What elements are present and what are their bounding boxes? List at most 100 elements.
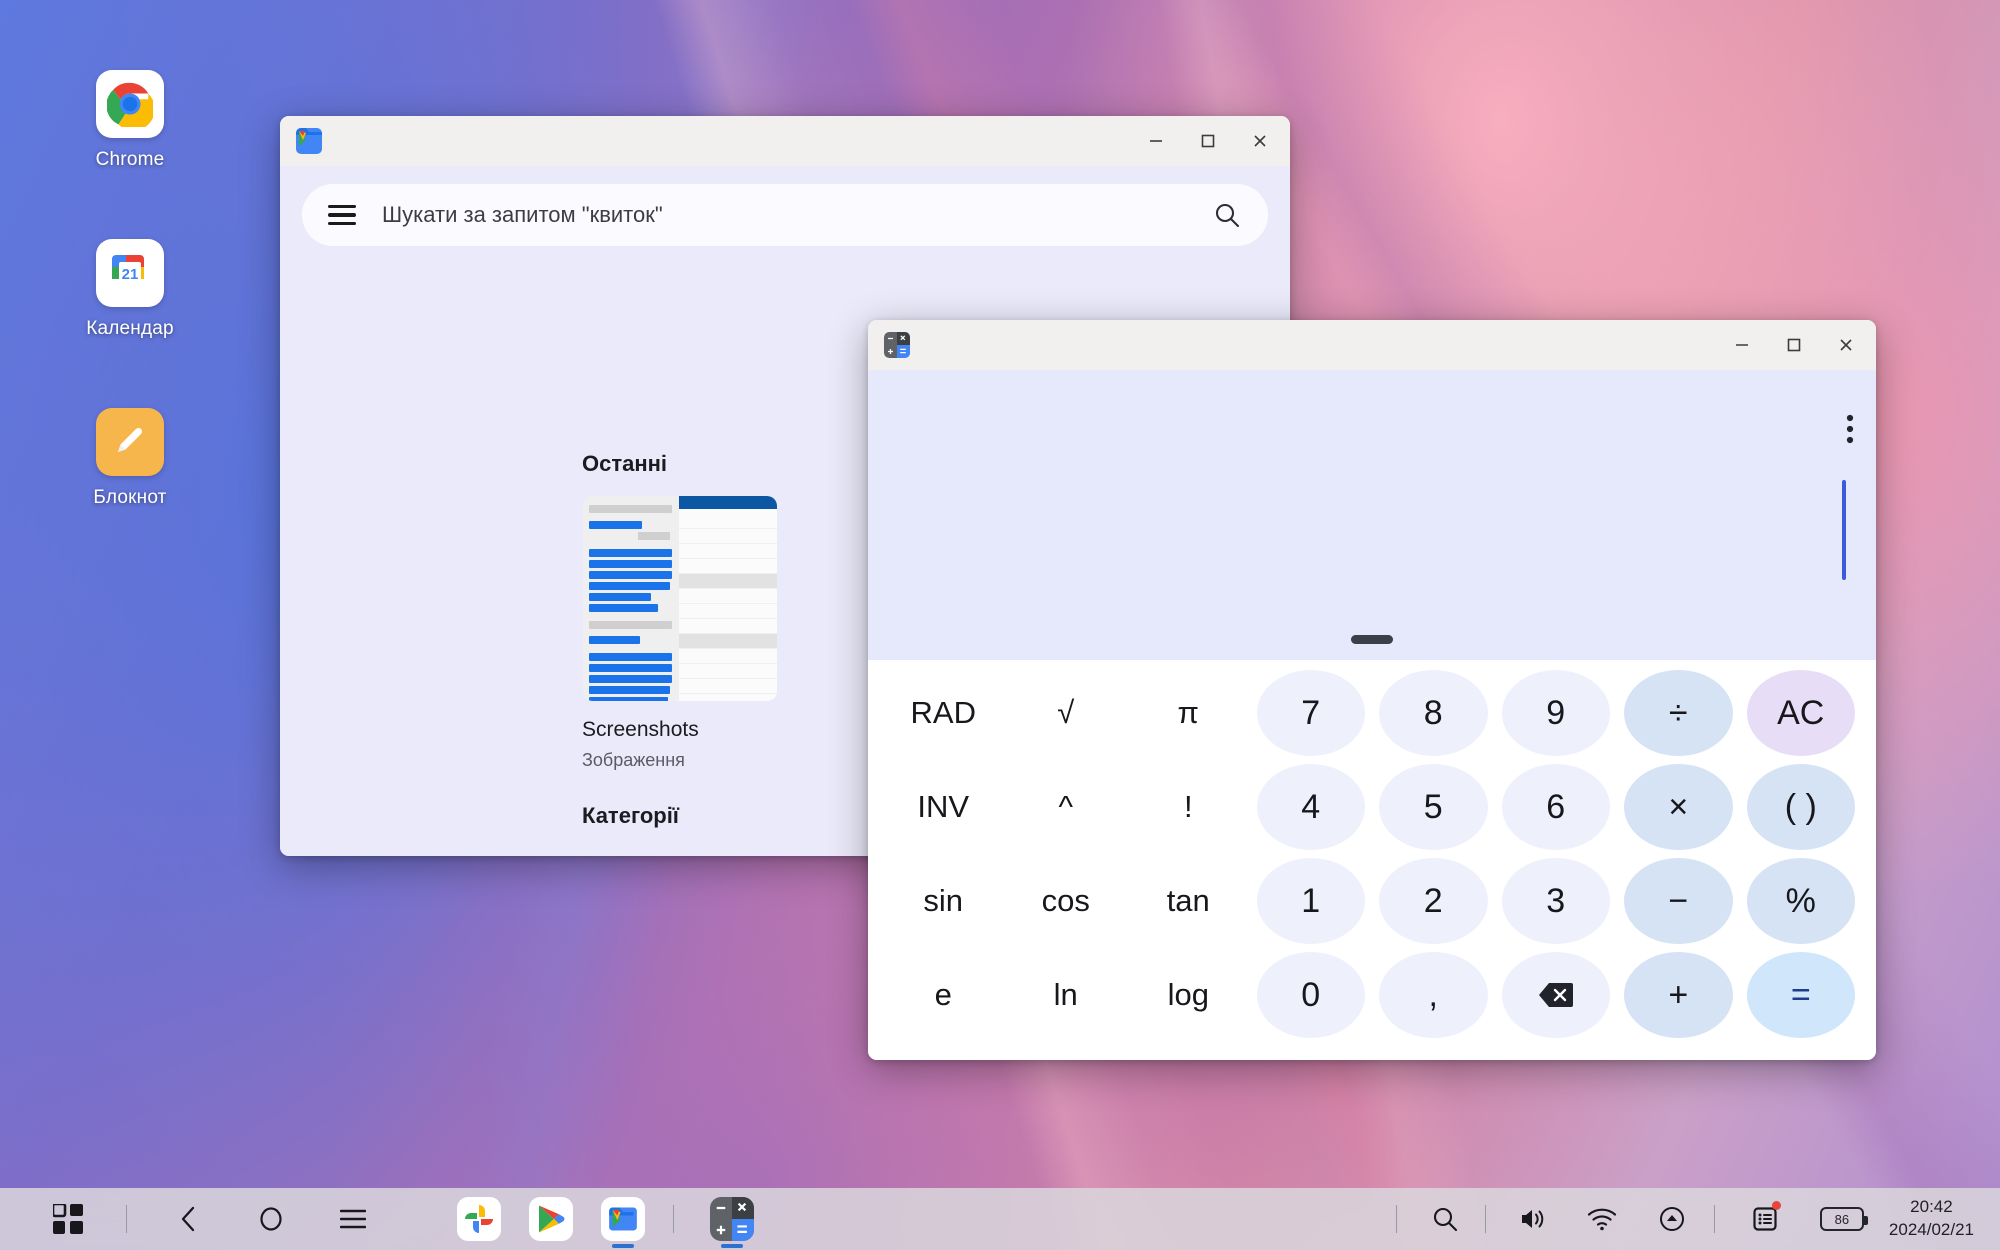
recent-file-type: Зображення xyxy=(582,750,685,770)
calc-key-8[interactable]: 8 xyxy=(1379,670,1488,756)
calc-key-4[interactable]: 4 xyxy=(1256,764,1365,850)
google-photos-icon xyxy=(457,1197,501,1241)
desktop-icon-notepad[interactable]: Блокнот xyxy=(50,408,210,509)
calc-key-parentheses[interactable]: ( ) xyxy=(1746,764,1855,850)
calc-key-AC[interactable]: AC xyxy=(1746,670,1855,756)
calc-key-9[interactable]: 9 xyxy=(1501,670,1610,756)
taskbar-app-google-photos[interactable] xyxy=(451,1191,507,1247)
calc-key-2[interactable]: 2 xyxy=(1379,858,1488,944)
taskbar-divider xyxy=(126,1205,127,1233)
calc-key-divide[interactable]: ÷ xyxy=(1624,670,1733,756)
files-close-button[interactable] xyxy=(1234,118,1286,164)
taskbar-divider xyxy=(1395,1205,1397,1233)
recents-icon[interactable] xyxy=(325,1191,381,1247)
calculator-text-cursor xyxy=(1842,480,1846,580)
calculator-maximize-button[interactable] xyxy=(1768,322,1820,368)
chrome-icon xyxy=(96,70,164,138)
files-search-text[interactable]: Шукати за запитом "квиток" xyxy=(382,202,663,228)
calculator-icon xyxy=(710,1197,754,1241)
calc-key-pi[interactable]: π xyxy=(1134,670,1243,756)
calc-key-ln[interactable]: ln xyxy=(1012,952,1121,1038)
battery-icon[interactable]: 86 xyxy=(1809,1191,1875,1247)
back-icon[interactable] xyxy=(161,1191,217,1247)
calc-key-plus[interactable]: + xyxy=(1624,952,1733,1038)
calc-key-e[interactable]: e xyxy=(889,952,998,1038)
desktop-icon-label: Блокнот xyxy=(93,487,167,508)
app-grid-icon[interactable] xyxy=(40,1191,96,1247)
hamburger-icon[interactable] xyxy=(328,205,356,225)
desktop-icon-chrome[interactable]: Chrome xyxy=(50,70,210,171)
calculator-keypad: RAD √ π 7 8 9 ÷ AC INV ^! 4 5 6 ×( ) sin cos tan 1 2 3−% e ln… xyxy=(868,660,1876,1060)
running-indicator xyxy=(721,1244,743,1248)
calc-key-backspace[interactable] xyxy=(1501,952,1610,1038)
calc-key-sqrt[interactable]: √ xyxy=(1012,670,1121,756)
battery-level: 86 xyxy=(1819,1207,1868,1231)
calculator-display[interactable] xyxy=(868,370,1876,660)
desktop-icon-label: Chrome xyxy=(95,149,165,170)
taskbar-divider xyxy=(1713,1205,1715,1233)
taskbar-app-calculator[interactable] xyxy=(704,1191,760,1248)
calculator-minimize-button[interactable] xyxy=(1716,322,1768,368)
files-maximize-button[interactable] xyxy=(1182,118,1234,164)
desktop-icon-list: Chrome 21 Календар Блокнот xyxy=(50,70,210,577)
calc-key-log[interactable]: log xyxy=(1134,952,1243,1038)
calc-key-factorial[interactable]: ! xyxy=(1134,764,1243,850)
taskbar-clock[interactable]: 20:42 2024/02/21 xyxy=(1889,1196,1974,1242)
play-store-icon xyxy=(529,1197,573,1241)
calc-key-tan[interactable]: tan xyxy=(1134,858,1243,944)
calc-key-5[interactable]: 5 xyxy=(1379,764,1488,850)
notification-badge xyxy=(1771,1201,1781,1210)
categories-section-heading: Категорії xyxy=(582,803,679,828)
files-titlebar[interactable] xyxy=(280,116,1290,166)
calc-key-cos[interactable]: cos xyxy=(1012,858,1121,944)
taskbar-divider xyxy=(1484,1205,1486,1233)
calc-key-power[interactable]: ^ xyxy=(1012,764,1121,850)
taskbar-divider xyxy=(673,1205,674,1233)
taskbar-app-play-store[interactable] xyxy=(523,1191,579,1247)
calc-key-RAD[interactable]: RAD xyxy=(889,670,998,756)
taskbar-app-files[interactable] xyxy=(595,1191,651,1248)
recent-file-name: Screenshots xyxy=(582,718,699,741)
running-indicator xyxy=(612,1244,634,1248)
clock-date: 2024/02/21 xyxy=(1888,1220,1974,1239)
notepad-icon xyxy=(96,408,164,476)
volume-icon[interactable] xyxy=(1504,1191,1560,1247)
files-icon xyxy=(296,128,322,154)
calc-key-equals[interactable]: = xyxy=(1746,952,1855,1038)
recent-section-heading: Останні xyxy=(582,451,668,476)
desktop-icon-label: Календар xyxy=(86,318,174,339)
calc-key-INV[interactable]: INV xyxy=(889,764,998,850)
kebab-menu-icon[interactable] xyxy=(1846,414,1854,446)
caret-up-icon[interactable] xyxy=(1644,1191,1700,1247)
taskbar[interactable]: 86 20:42 2024/02/21 xyxy=(0,1188,2000,1250)
thumbnail-right-pane xyxy=(679,496,777,701)
calc-key-7[interactable]: 7 xyxy=(1256,670,1365,756)
files-search-bar[interactable]: Шукати за запитом "квиток" xyxy=(302,184,1268,246)
calc-key-0[interactable]: 0 xyxy=(1256,952,1365,1038)
calendar-icon: 21 xyxy=(96,239,164,307)
recent-file-thumbnail[interactable] xyxy=(583,496,777,701)
calc-key-3[interactable]: 3 xyxy=(1501,858,1610,944)
calc-key-6[interactable]: 6 xyxy=(1501,764,1610,850)
calc-key-multiply[interactable]: × xyxy=(1624,764,1733,850)
drag-handle[interactable] xyxy=(1351,635,1393,644)
thumbnail-left-pane xyxy=(583,496,679,701)
desktop-icon-calendar[interactable]: 21 Календар xyxy=(50,239,210,340)
calc-key-sin[interactable]: sin xyxy=(889,858,998,944)
calc-key-decimal[interactable]: , xyxy=(1379,952,1488,1038)
notifications-icon[interactable] xyxy=(1737,1191,1793,1247)
calculator-close-button[interactable] xyxy=(1820,322,1872,368)
calculator-window[interactable]: RAD √ π 7 8 9 ÷ AC INV ^! 4 5 6 ×( ) sin cos tan 1 2 3−% e ln… xyxy=(868,320,1876,1060)
calc-key-percent[interactable]: % xyxy=(1746,858,1855,944)
home-icon[interactable] xyxy=(243,1191,299,1247)
clock-time: 20:42 xyxy=(1910,1197,1953,1217)
wifi-icon[interactable] xyxy=(1574,1191,1630,1247)
files-minimize-button[interactable] xyxy=(1130,118,1182,164)
calc-key-minus[interactable]: − xyxy=(1624,858,1733,944)
calculator-titlebar[interactable] xyxy=(868,320,1876,370)
desktop[interactable]: Chrome 21 Календар Блокнот Шукати за зап… xyxy=(0,0,2000,1250)
calc-key-1[interactable]: 1 xyxy=(1256,858,1365,944)
search-icon[interactable] xyxy=(1417,1191,1473,1247)
files-icon xyxy=(601,1197,645,1241)
search-icon[interactable] xyxy=(1212,200,1242,230)
